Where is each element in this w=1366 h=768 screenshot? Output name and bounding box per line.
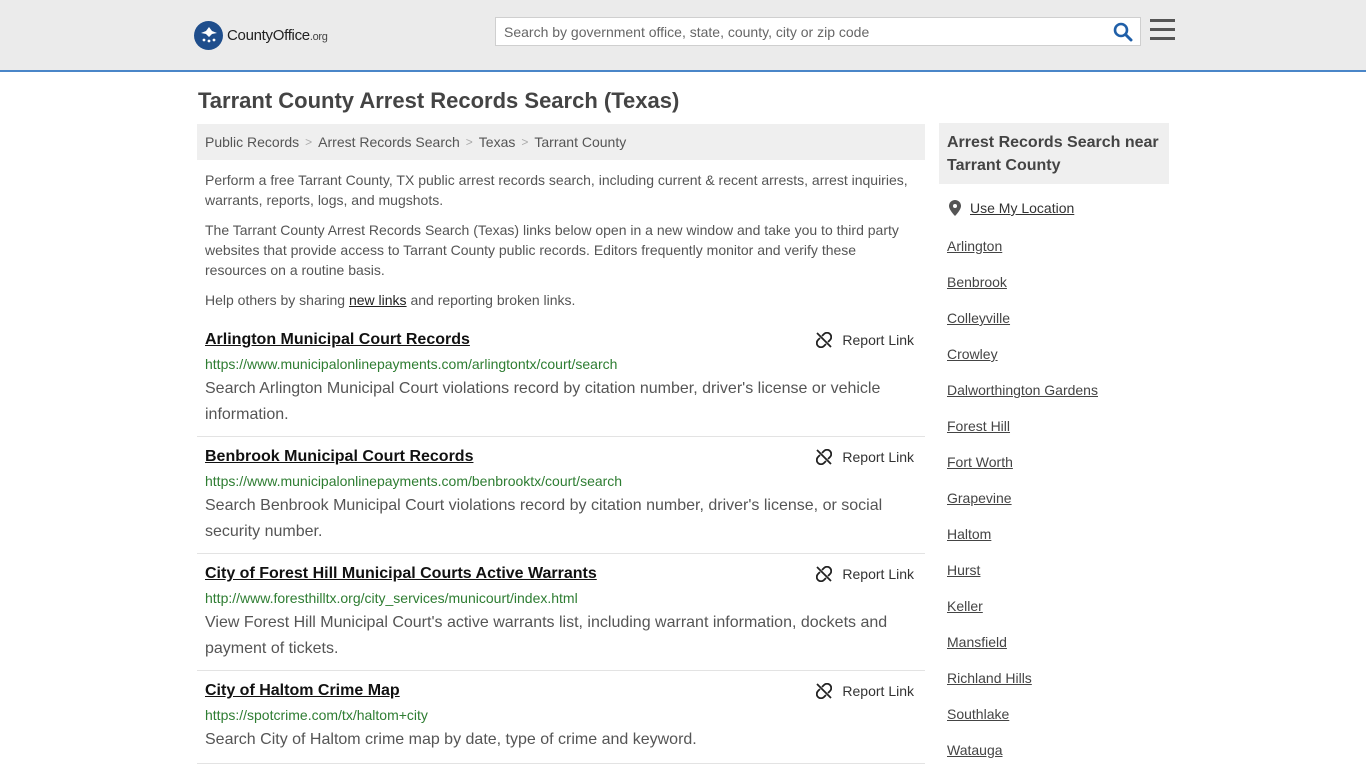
result-url: https://www.municipalonlinepayments.com/… xyxy=(205,473,623,489)
breadcrumb-separator: > xyxy=(465,135,473,149)
city-link-fort-worth[interactable]: Fort Worth xyxy=(947,454,1013,470)
broken-link-icon xyxy=(816,683,833,699)
result-title-link[interactable]: City of Haltom Crime Map xyxy=(205,682,400,700)
logo-suffix-text: .org xyxy=(309,30,328,43)
share-paragraph: Help others by sharing new links and rep… xyxy=(205,290,917,310)
result-description: View Forest Hill Municipal Court's activ… xyxy=(205,614,888,657)
report-link-button[interactable]: Report Link xyxy=(816,449,914,465)
city-link-haltom[interactable]: Haltom xyxy=(947,526,991,542)
search-input[interactable] xyxy=(496,18,1106,45)
report-link-label: Report Link xyxy=(842,332,914,348)
result-title-link[interactable]: Benbrook Municipal Court Records xyxy=(205,448,473,466)
report-link-label: Report Link xyxy=(842,566,914,582)
page-title: Tarrant County Arrest Records Search (Te… xyxy=(198,88,680,113)
logo-text: CountyOffice.org xyxy=(227,27,328,44)
breadcrumb-tarrant-county[interactable]: Tarrant County xyxy=(534,134,626,150)
result-item: Benbrook Municipal Court Records Report … xyxy=(197,448,925,554)
site-header: CountyOffice.org xyxy=(0,0,1366,72)
city-link-watauga[interactable]: Watauga xyxy=(947,742,1003,758)
city-link-keller[interactable]: Keller xyxy=(947,598,983,614)
report-link-label: Report Link xyxy=(842,683,914,699)
breadcrumb-texas[interactable]: Texas xyxy=(479,134,516,150)
city-link-hurst[interactable]: Hurst xyxy=(947,562,980,578)
breadcrumb-separator: > xyxy=(521,135,529,149)
city-link-forest-hill[interactable]: Forest Hill xyxy=(947,418,1010,434)
search-button[interactable] xyxy=(1106,18,1140,45)
search-bar xyxy=(495,17,1141,46)
search-icon xyxy=(1113,22,1133,41)
use-my-location-link[interactable]: Use My Location xyxy=(949,200,1074,216)
share-text-before: Help others by sharing xyxy=(205,292,349,308)
city-link-colleyville[interactable]: Colleyville xyxy=(947,310,1010,326)
city-link-grapevine[interactable]: Grapevine xyxy=(947,490,1012,506)
breadcrumb-public-records[interactable]: Public Records xyxy=(205,134,299,150)
intro-paragraph: Perform a free Tarrant County, TX public… xyxy=(205,172,908,208)
report-link-button[interactable]: Report Link xyxy=(816,332,914,348)
hamburger-menu-icon[interactable] xyxy=(1150,19,1175,41)
result-title-link[interactable]: Arlington Municipal Court Records xyxy=(205,331,470,349)
use-my-location-label: Use My Location xyxy=(970,200,1075,216)
result-item: City of Haltom Crime Map Report Link htt… xyxy=(197,682,925,764)
city-link-arlington[interactable]: Arlington xyxy=(947,238,1002,254)
breadcrumb: Public Records > Arrest Records Search >… xyxy=(197,124,925,160)
new-links-link[interactable]: new links xyxy=(349,292,407,308)
city-link-benbrook[interactable]: Benbrook xyxy=(947,274,1007,290)
result-item: Arlington Municipal Court Records Report… xyxy=(197,331,925,437)
menu-bar-bottom xyxy=(1150,37,1175,40)
result-url: https://spotcrime.com/tx/haltom+city xyxy=(205,707,428,723)
breadcrumb-separator: > xyxy=(305,135,313,149)
result-url: http://www.foresthilltx.org/city_service… xyxy=(205,590,578,606)
report-link-button[interactable]: Report Link xyxy=(816,566,914,582)
breadcrumb-arrest-records-search[interactable]: Arrest Records Search xyxy=(318,134,460,150)
result-url: https://www.municipalonlinepayments.com/… xyxy=(205,356,618,372)
sidebar-heading: Arrest Records Search near Tarrant Count… xyxy=(939,123,1169,184)
result-description: Search Benbrook Municipal Court violatio… xyxy=(205,497,883,540)
map-pin-icon xyxy=(949,200,961,216)
logo-main-text: CountyOffice xyxy=(227,26,310,44)
broken-link-icon xyxy=(816,332,833,348)
menu-bar-top xyxy=(1150,19,1175,22)
logo-seal-icon xyxy=(194,20,223,50)
city-link-southlake[interactable]: Southlake xyxy=(947,706,1009,722)
broken-link-icon xyxy=(816,449,833,465)
city-link-mansfield[interactable]: Mansfield xyxy=(947,634,1007,650)
city-link-richland-hills[interactable]: Richland Hills xyxy=(947,670,1032,686)
report-link-button[interactable]: Report Link xyxy=(816,683,914,699)
broken-link-icon xyxy=(816,566,833,582)
menu-bar-middle xyxy=(1150,28,1175,31)
site-logo[interactable]: CountyOffice.org xyxy=(194,20,328,50)
result-item: City of Forest Hill Municipal Courts Act… xyxy=(197,565,925,671)
result-description: Search Arlington Municipal Court violati… xyxy=(205,380,881,423)
city-link-dalworthington-gardens[interactable]: Dalworthington Gardens xyxy=(947,382,1098,398)
city-link-crowley[interactable]: Crowley xyxy=(947,346,998,362)
result-description: Search City of Haltom crime map by date,… xyxy=(205,731,697,748)
disclaimer-paragraph: The Tarrant County Arrest Records Search… xyxy=(205,222,899,278)
result-title-link[interactable]: City of Forest Hill Municipal Courts Act… xyxy=(205,565,597,583)
share-text-after: and reporting broken links. xyxy=(406,292,576,308)
report-link-label: Report Link xyxy=(842,449,914,465)
